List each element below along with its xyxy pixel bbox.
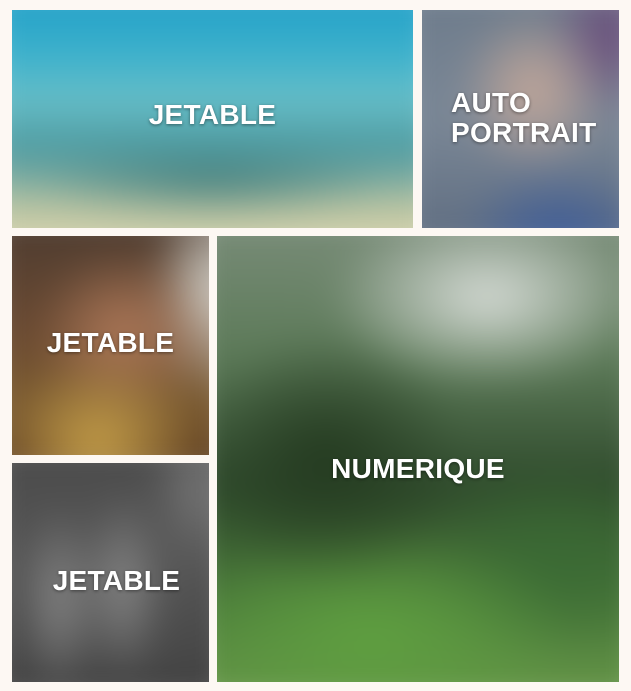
gallery-tile-jetable-bw[interactable]: JETABLE bbox=[12, 463, 209, 682]
tile-label: AUTO PORTRAIT bbox=[451, 87, 597, 148]
tile-label: JETABLE bbox=[52, 565, 181, 596]
tile-label: JETABLE bbox=[148, 99, 277, 130]
photo-gallery: JETABLE AUTO PORTRAIT JETABLE JETABLE NU… bbox=[0, 0, 631, 691]
tile-label: JETABLE bbox=[46, 327, 175, 358]
gallery-tile-jetable-portrait[interactable]: JETABLE bbox=[12, 236, 209, 455]
gallery-tile-autoportrait[interactable]: AUTO PORTRAIT bbox=[422, 10, 619, 228]
gallery-tile-numerique[interactable]: NUMERIQUE bbox=[217, 236, 619, 682]
tile-label: NUMERIQUE bbox=[331, 453, 505, 484]
gallery-tile-jetable-beach[interactable]: JETABLE bbox=[12, 10, 413, 228]
